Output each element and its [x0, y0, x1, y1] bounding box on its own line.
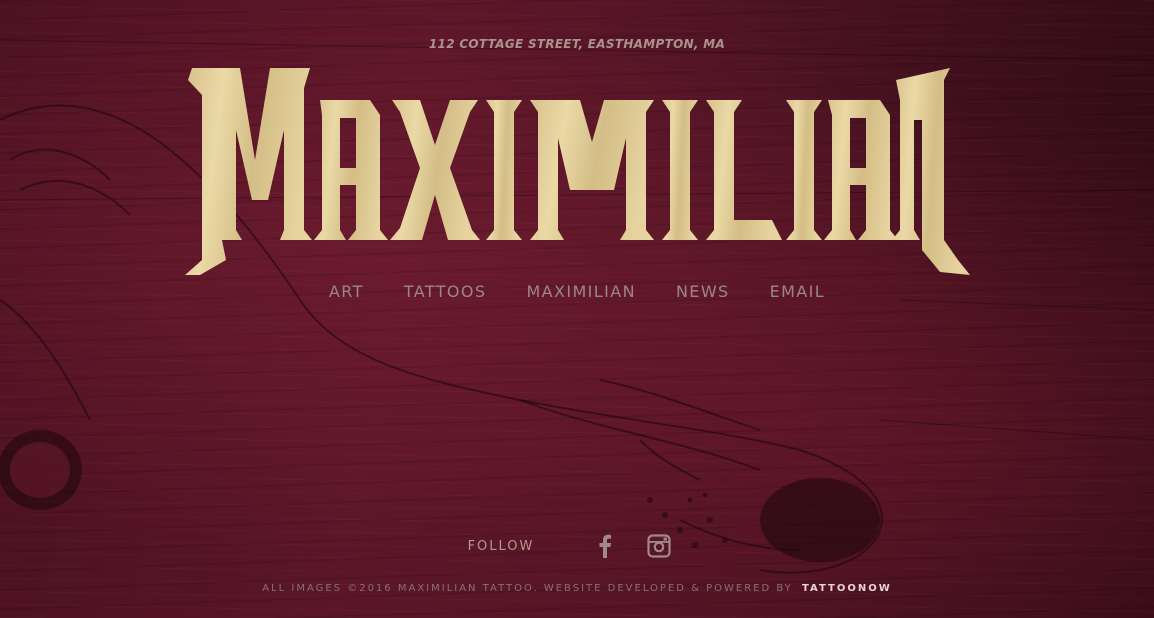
follow-label: FOLLOW: [467, 538, 535, 554]
footer-copyright: ALL IMAGES ©2016 MAXIMILIAN TATTOO. WEBS…: [262, 583, 793, 594]
tattoonow-link[interactable]: TATTOONOW: [802, 583, 892, 594]
nav-art[interactable]: ART: [309, 282, 384, 301]
main-nav: ART TATTOOS MAXIMILIAN NEWS EMAIL: [0, 282, 1154, 301]
nav-tattoos[interactable]: TATTOOS: [384, 282, 507, 301]
maximilian-logo[interactable]: [180, 60, 972, 285]
shop-address: 112 COTTAGE STREET, EASTHAMPTON, MA: [428, 37, 726, 51]
page: 112 COTTAGE STREET, EASTHAMPTON, MA ART …: [0, 0, 1154, 618]
follow-section: FOLLOW: [0, 533, 1154, 559]
instagram-icon[interactable]: [646, 533, 672, 559]
nav-email[interactable]: EMAIL: [750, 282, 846, 301]
nav-news[interactable]: NEWS: [656, 282, 750, 301]
nav-maximilian[interactable]: MAXIMILIAN: [506, 282, 656, 301]
facebook-icon[interactable]: [592, 533, 618, 559]
footer: ALL IMAGES ©2016 MAXIMILIAN TATTOO. WEBS…: [0, 583, 1154, 594]
